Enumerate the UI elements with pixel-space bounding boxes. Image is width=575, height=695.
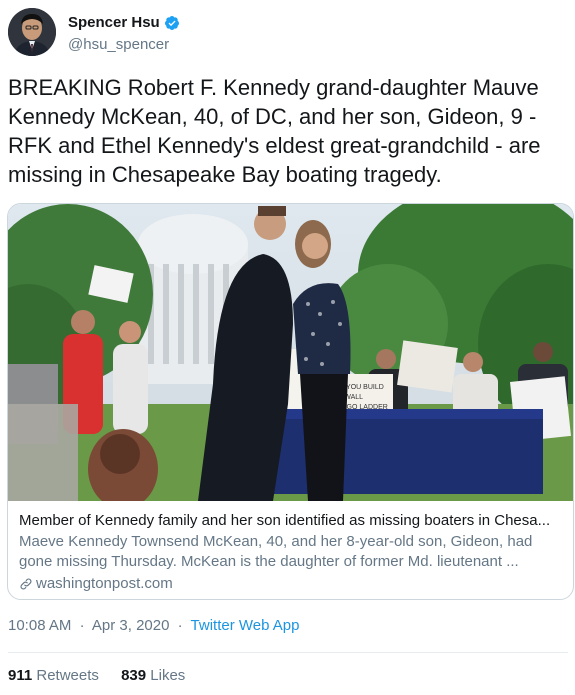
card-description-line: Maeve Kennedy Townsend McKean, 40, and h… [19, 533, 533, 550]
tweet-meta: 10:08 AM · Apr 3, 2020 · Twitter Web App [8, 617, 300, 634]
tweet-text-line: RFK and Ethel Kennedy's eldest great-gra… [8, 133, 541, 158]
likes-stat[interactable]: 839 Likes [121, 667, 185, 684]
verified-badge-icon [164, 15, 179, 30]
likes-count: 839 [121, 667, 147, 684]
tweet-stats: 911 Retweets 839 Likes [8, 667, 203, 684]
tweet-header: Spencer Hsu @hsu_spencer [8, 8, 568, 64]
card-description-line: gone missing Thursday. McKean is the dau… [19, 553, 519, 570]
tweet-text: BREAKING Robert F. Kennedy grand-daughte… [8, 73, 568, 189]
retweets-count: 911 [8, 667, 33, 684]
retweets-label: Retweets [36, 667, 99, 684]
tweet-text-line: Kennedy McKean, 40, of DC, and her son, … [8, 104, 537, 129]
retweets-stat[interactable]: 911 Retweets [8, 667, 99, 684]
tweet-time[interactable]: 10:08 AM [8, 617, 71, 634]
author-name[interactable]: Spencer Hsu [68, 14, 160, 31]
tweet-text-line: BREAKING Robert F. Kennedy grand-daughte… [8, 75, 539, 100]
tweet-source-link[interactable]: Twitter Web App [191, 617, 300, 634]
card-domain-text: washingtonpost.com [36, 575, 173, 592]
avatar[interactable] [8, 8, 56, 56]
tweet-text-line: missing in Chesapeake Bay boating traged… [8, 162, 442, 187]
tweet-date[interactable]: Apr 3, 2020 [92, 617, 170, 634]
meta-separator: · [177, 617, 183, 634]
divider [8, 652, 568, 653]
likes-label: Likes [150, 667, 186, 684]
meta-separator: · [79, 617, 85, 634]
card-domain[interactable]: washingtonpost.com [19, 574, 564, 594]
card-title[interactable]: Member of Kennedy family and her son ide… [19, 511, 564, 531]
card-image[interactable]: IF YOU BUILD A WALL LEGO LADDER OP [8, 204, 573, 501]
card-description: Maeve Kennedy Townsend McKean, 40, and h… [19, 532, 564, 572]
link-preview-card[interactable]: IF YOU BUILD A WALL LEGO LADDER OP Membe… [7, 203, 574, 600]
link-icon [20, 578, 32, 590]
author-handle[interactable]: @hsu_spencer [68, 36, 169, 53]
